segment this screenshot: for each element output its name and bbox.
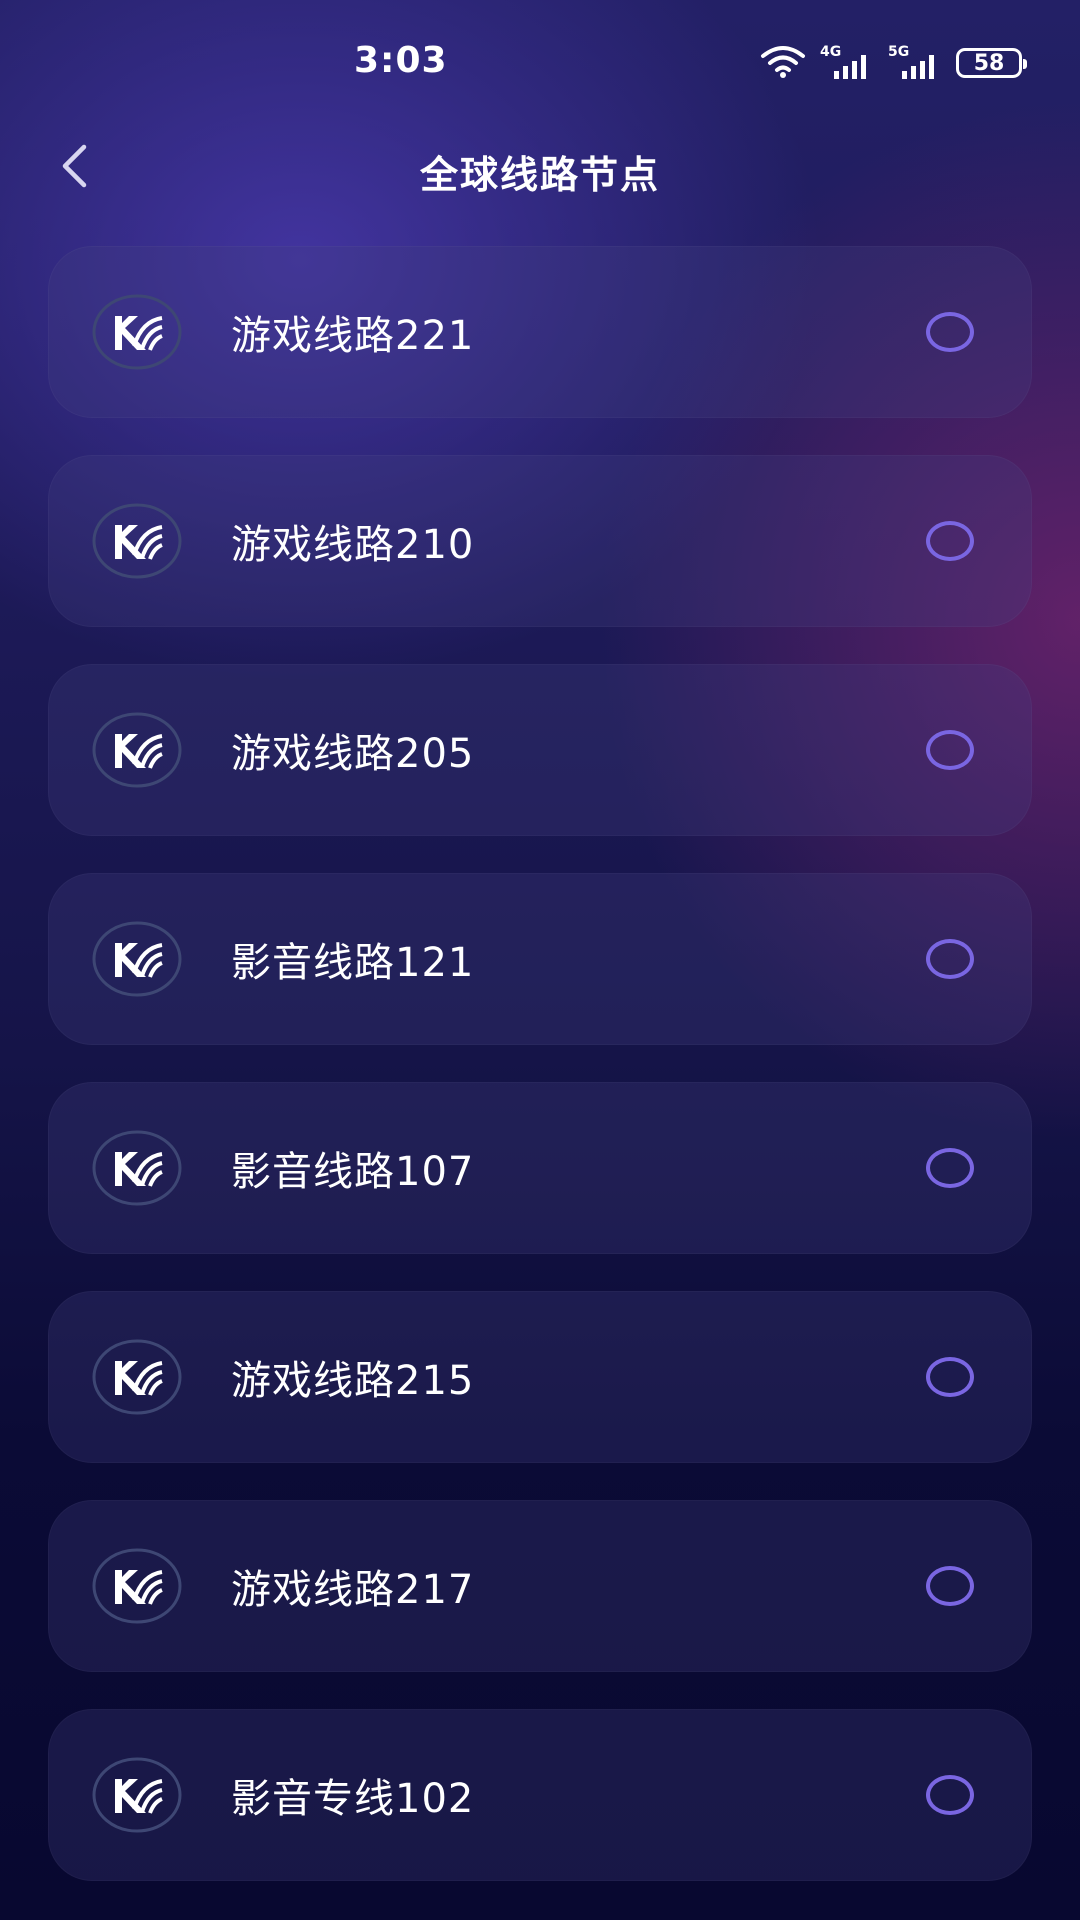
node-item[interactable]: 影音线路121 (48, 873, 1032, 1045)
node-radio[interactable] (926, 730, 974, 770)
node-radio[interactable] (926, 1357, 974, 1397)
node-name: 游戏线路210 (231, 522, 475, 568)
node-logo-icon (92, 712, 182, 788)
node-name: 游戏线路217 (231, 1567, 475, 1613)
node-logo-icon (92, 1130, 182, 1206)
node-radio[interactable] (926, 521, 974, 561)
page-title: 全球线路节点 (419, 153, 660, 197)
battery-level: 58 (973, 50, 1005, 76)
node-radio[interactable] (926, 1148, 974, 1188)
node-radio[interactable] (926, 312, 974, 352)
node-name: 影音线路107 (231, 1149, 475, 1195)
node-logo-icon (92, 294, 182, 370)
node-name: 游戏线路221 (231, 313, 475, 359)
node-item[interactable]: 游戏线路215 (48, 1291, 1032, 1463)
node-logo-icon (92, 921, 182, 997)
signal-4g-icon: 4G (820, 45, 874, 81)
node-item[interactable]: 游戏线路221 (48, 246, 1032, 418)
wifi-icon (760, 44, 806, 82)
node-logo-icon (92, 1339, 182, 1415)
node-name: 影音线路121 (231, 940, 475, 986)
node-name: 游戏线路215 (231, 1358, 475, 1404)
node-name: 影音专线102 (231, 1776, 475, 1822)
node-item[interactable]: 游戏线路205 (48, 664, 1032, 836)
status-time: 3:03 (354, 40, 448, 81)
node-radio[interactable] (926, 939, 974, 979)
node-list: 游戏线路221 游戏线路210 游戏线路205 影音线路121 影音线路107 … (48, 246, 1032, 1918)
nav-bar: 全球线路节点 (0, 130, 1080, 210)
node-logo-icon (92, 503, 182, 579)
node-name: 游戏线路205 (231, 731, 475, 777)
signal-5g-icon: 5G (888, 45, 942, 81)
node-item[interactable]: 影音专线102 (48, 1709, 1032, 1881)
node-radio[interactable] (926, 1566, 974, 1606)
node-radio[interactable] (926, 1775, 974, 1815)
status-icons: 4G 5G 58 (760, 44, 1027, 82)
battery-icon: 58 (956, 48, 1027, 78)
node-item[interactable]: 影音线路107 (48, 1082, 1032, 1254)
node-logo-icon (92, 1548, 182, 1624)
node-item[interactable]: 游戏线路217 (48, 1500, 1032, 1672)
node-item[interactable]: 游戏线路210 (48, 455, 1032, 627)
status-bar: 3:03 4G 5G 58 (0, 0, 1080, 120)
node-logo-icon (92, 1757, 182, 1833)
